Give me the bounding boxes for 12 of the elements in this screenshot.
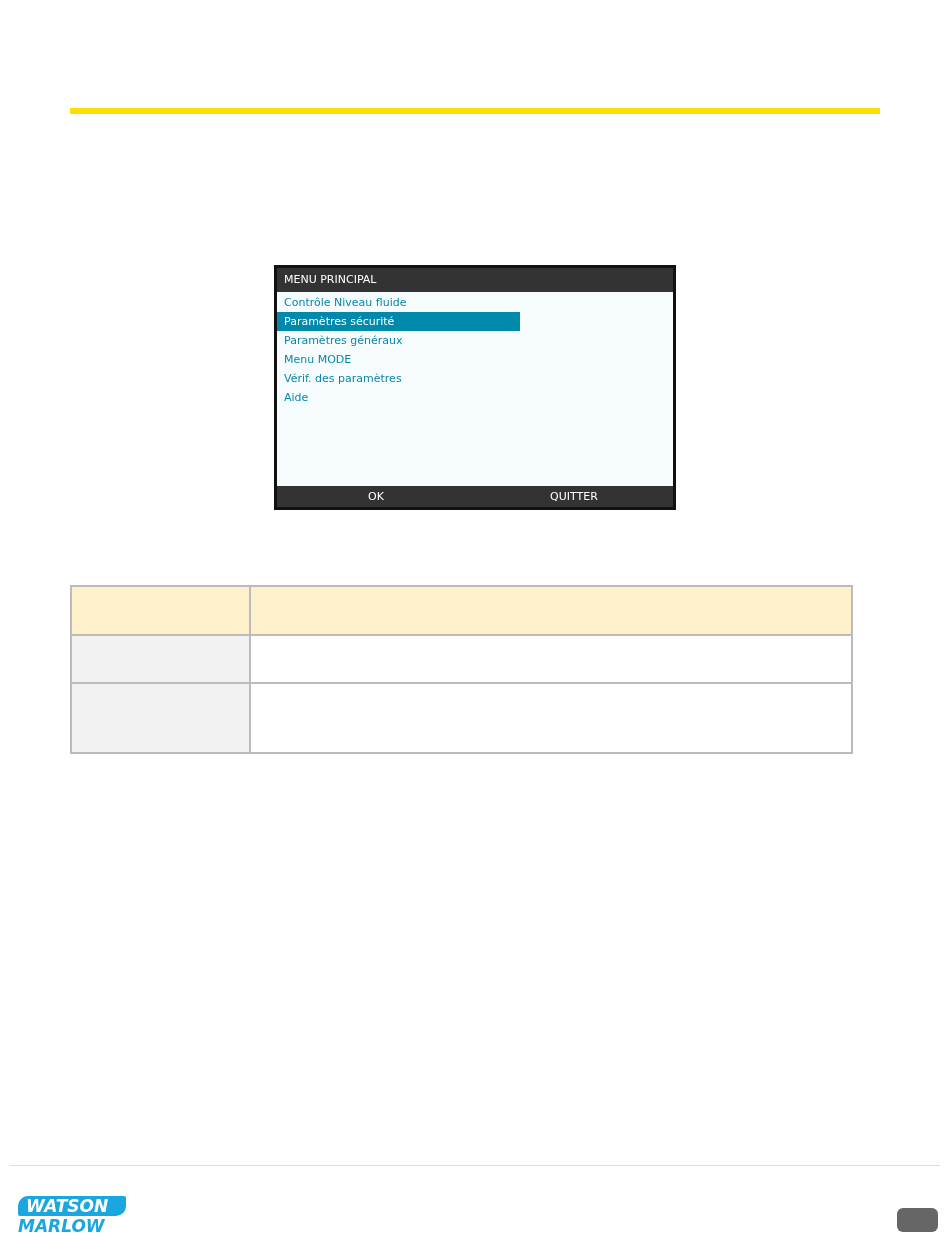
menu-item[interactable]: Paramètres sécurité (277, 312, 520, 331)
menu-item[interactable]: Paramètres généraux (277, 331, 520, 350)
screen-title: MENU PRINCIPAL (277, 268, 673, 292)
logo-text: MARLOW (18, 1216, 106, 1236)
menu-item[interactable]: Menu MODE (277, 350, 520, 369)
page-number-badge (897, 1208, 938, 1232)
menu-item[interactable]: Vérif. des paramètres (277, 369, 520, 388)
softkey-button[interactable]: QUITTER (475, 486, 673, 507)
logo-text: WATSON (18, 1196, 126, 1216)
menu-item[interactable]: Contrôle Niveau fluide (277, 293, 520, 312)
softkey-button[interactable]: OK (277, 486, 475, 507)
menu-item[interactable]: Aide (277, 388, 520, 407)
